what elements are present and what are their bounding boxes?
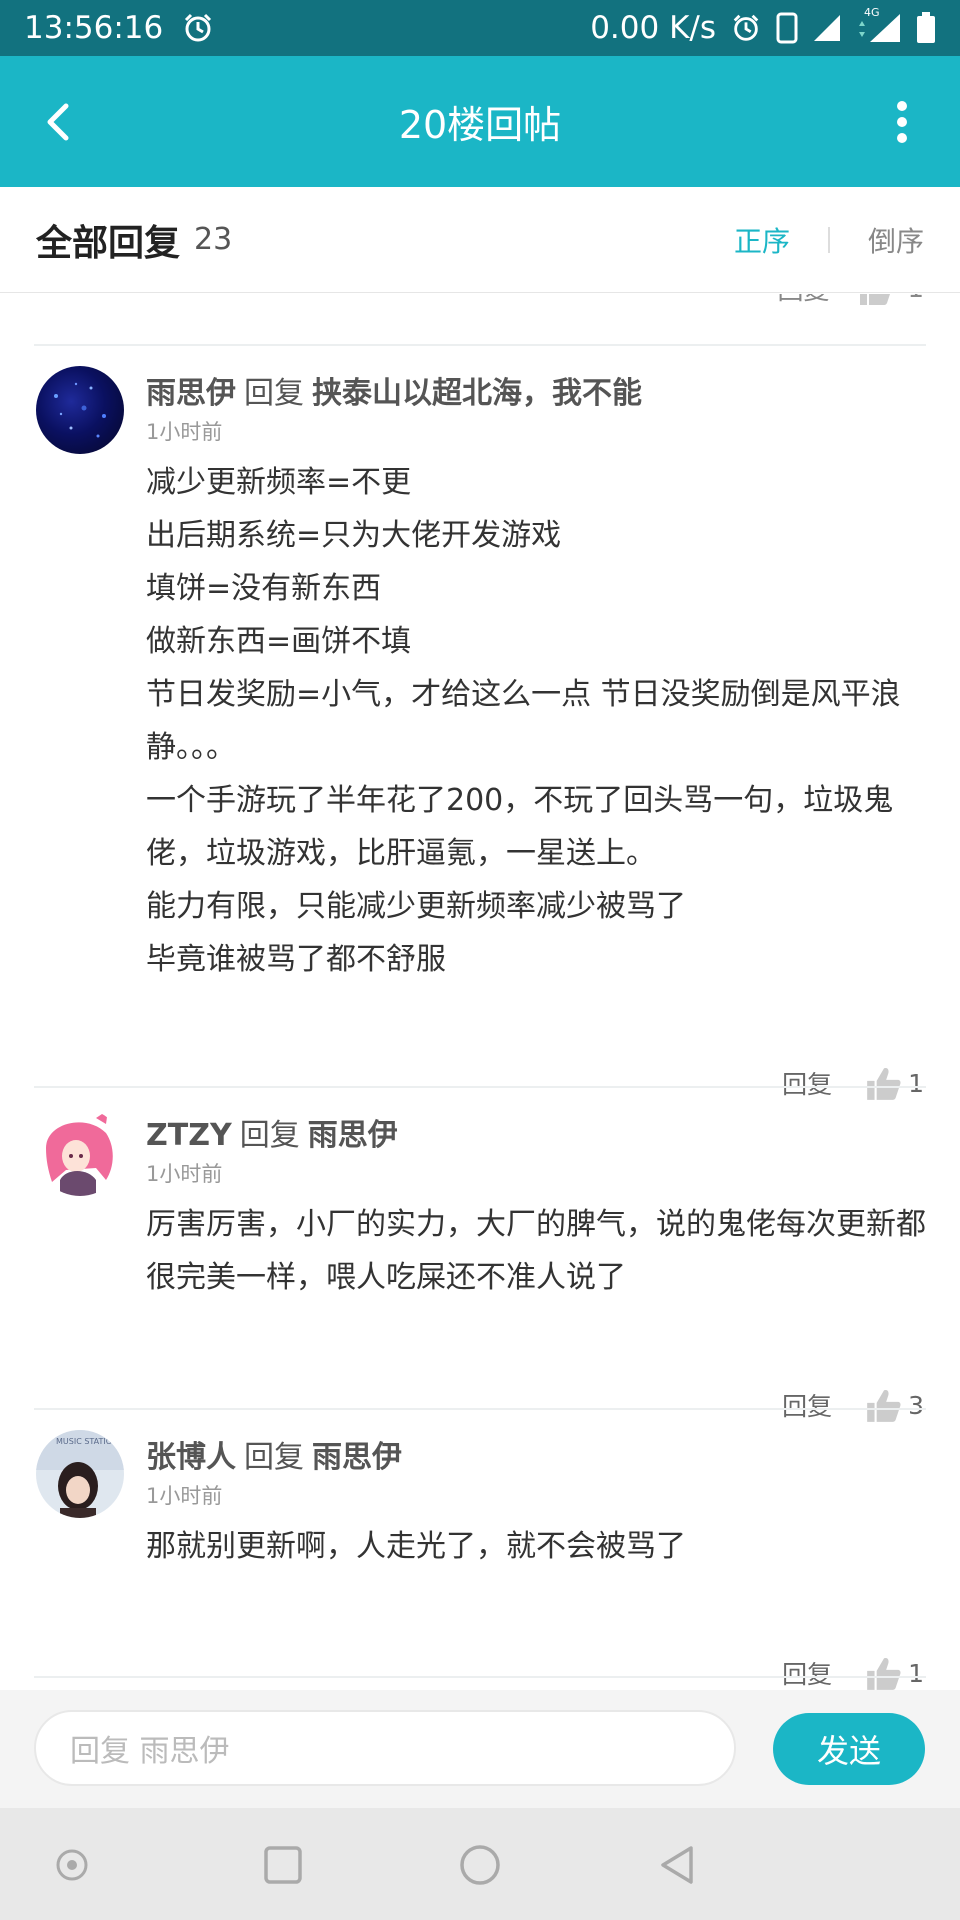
app-bar: 20楼回帖 [0,56,960,187]
circle-home-icon[interactable] [455,1840,505,1890]
timestamp: 1小时前 [146,1484,223,1508]
comment-list[interactable]: 回复 1 雨思伊回复挟泰山以超北海，我不能 1小时前 减少更新频率=不更 出后期… [0,294,960,1690]
reply-input[interactable]: 回复 雨思伊 [34,1710,736,1786]
alarm-icon [733,14,759,41]
thumbs-up-icon[interactable] [857,294,893,307]
like-count: 1 [907,294,924,304]
compose-bar: 回复 雨思伊 发送 [0,1690,960,1808]
signal-icon [814,15,840,41]
status-bar: 13:56:16 0.00 K/s 4G [0,0,960,56]
avatar-pattern: MUSIC STATION [36,1430,124,1518]
sort-divider [827,226,830,253]
square-icon[interactable] [258,1840,308,1890]
timestamp: 1小时前 [146,1162,223,1186]
reply-word: 回复 [239,1118,300,1153]
avatar-pattern [46,1110,113,1196]
reply-word: 回复 [244,1440,304,1475]
avatar[interactable] [36,1108,124,1196]
all-replies-label: 全部回复 [36,222,181,264]
battery-icon [917,12,935,43]
comment-actions: 回复 1 [782,1654,924,1690]
reply-count: 23 [194,222,233,257]
reply-target[interactable]: 雨思伊 [312,1440,402,1475]
chevron-left-icon[interactable] [30,94,86,150]
comment-body: 厉害厉害，小厂的实力，大厂的脾气，说的鬼佬每次更新都很完美一样，喂人吃屎还不准人… [146,1198,928,1304]
like-count: 1 [908,1658,924,1688]
reply-target[interactable]: 雨思伊 [308,1118,398,1153]
sort-asc-button[interactable]: 正序 [734,220,790,260]
more-vertical-icon[interactable] [874,94,930,150]
reply-button[interactable]: 回复 [782,1655,832,1690]
page-title: 20楼回帖 [398,103,562,147]
like-button[interactable]: 1 [864,1654,924,1690]
net-speed: 0.00 K/s [590,10,716,46]
avatar[interactable]: MUSIC STATION [36,1430,124,1518]
like-button[interactable]: 3 [864,1386,924,1424]
divider [34,1676,926,1678]
comment-line: 一个手游玩了半年花了200，不玩了回头骂一句，垃圾鬼佬，垃圾游戏，比肝逼氪，一星… [146,783,894,871]
username[interactable]: 张博人 [146,1440,236,1475]
divider [34,344,926,346]
like-button[interactable]: 1 [864,1064,924,1102]
signal-icon [859,14,900,42]
comment-header: 张博人 回复 雨思伊 [146,1432,402,1476]
username[interactable]: ZTZY [146,1118,232,1153]
like-count: 3 [908,1390,924,1420]
phone-icon [776,12,798,44]
triangle-back-icon[interactable] [653,1840,703,1890]
comment-line: 填饼=没有新东西 [146,571,382,606]
replies-header: 全部回复 23 正序 倒序 [0,187,960,293]
divider [34,1086,926,1088]
reply-target[interactable]: 挟泰山以超北海，我不能 [312,376,642,411]
comment-line: 做新东西=画饼不填 [146,624,412,659]
reply-word: 回复 [244,376,304,411]
sort-toggle: 正序 倒序 [734,220,924,260]
reply-button[interactable]: 回复 [777,294,829,307]
comment-line: 能力有限，只能减少更新频率减少被骂了 [146,889,686,924]
avatar[interactable] [36,366,124,454]
sort-desc-button[interactable]: 倒序 [868,220,924,260]
thumbs-up-icon [867,1389,901,1422]
timestamp: 1小时前 [146,420,223,444]
comment-header: ZTZY 回复 雨思伊 [146,1110,398,1154]
comment-line: 那就别更新啊，人走光了，就不会被骂了 [146,1529,686,1564]
avatar-pattern [54,382,106,438]
send-button[interactable]: 发送 [773,1713,925,1785]
status-right: 0.00 K/s 4G [590,6,936,46]
comment-line: 毕竟谁被骂了都不舒服 [146,942,446,977]
username[interactable]: 雨思伊 [146,376,236,411]
thumbs-up-icon [867,1067,901,1100]
comment-body: 那就别更新啊，人走光了，就不会被骂了 [146,1520,928,1573]
avatar-sign-text: MUSIC STATION [56,1437,118,1446]
comment-body: 减少更新频率=不更 出后期系统=只为大佬开发游戏 填饼=没有新东西 做新东西=画… [146,456,928,986]
comment-actions: 回复 1 [782,1064,924,1102]
signal-4g: 4G [856,6,902,44]
thumbs-up-icon [867,1657,901,1690]
comment-line: 厉害厉害，小厂的实力，大厂的脾气，说的鬼佬每次更新都很完美一样，喂人吃屎还不准人… [146,1207,926,1295]
comment-line: 出后期系统=只为大佬开发游戏 [146,518,562,553]
divider [34,1408,926,1410]
reply-button[interactable]: 回复 [782,1387,832,1423]
comment-header: 雨思伊 回复 挟泰山以超北海，我不能 [146,368,642,412]
alarm-icon [185,13,212,42]
previous-comment-actions: 回复 1 [777,294,924,307]
reply-button[interactable]: 回复 [782,1065,832,1101]
like-count: 1 [908,1068,924,1098]
comment-actions: 回复 3 [782,1386,924,1424]
record-icon[interactable] [47,1840,97,1890]
comment-line: 节日发奖励=小气，才给这么一点 节日没奖励倒是风平浪静。。。 [146,677,901,765]
system-nav-bar [0,1808,960,1920]
status-time: 13:56:16 [24,10,164,46]
comment-line: 减少更新频率=不更 [146,465,412,500]
